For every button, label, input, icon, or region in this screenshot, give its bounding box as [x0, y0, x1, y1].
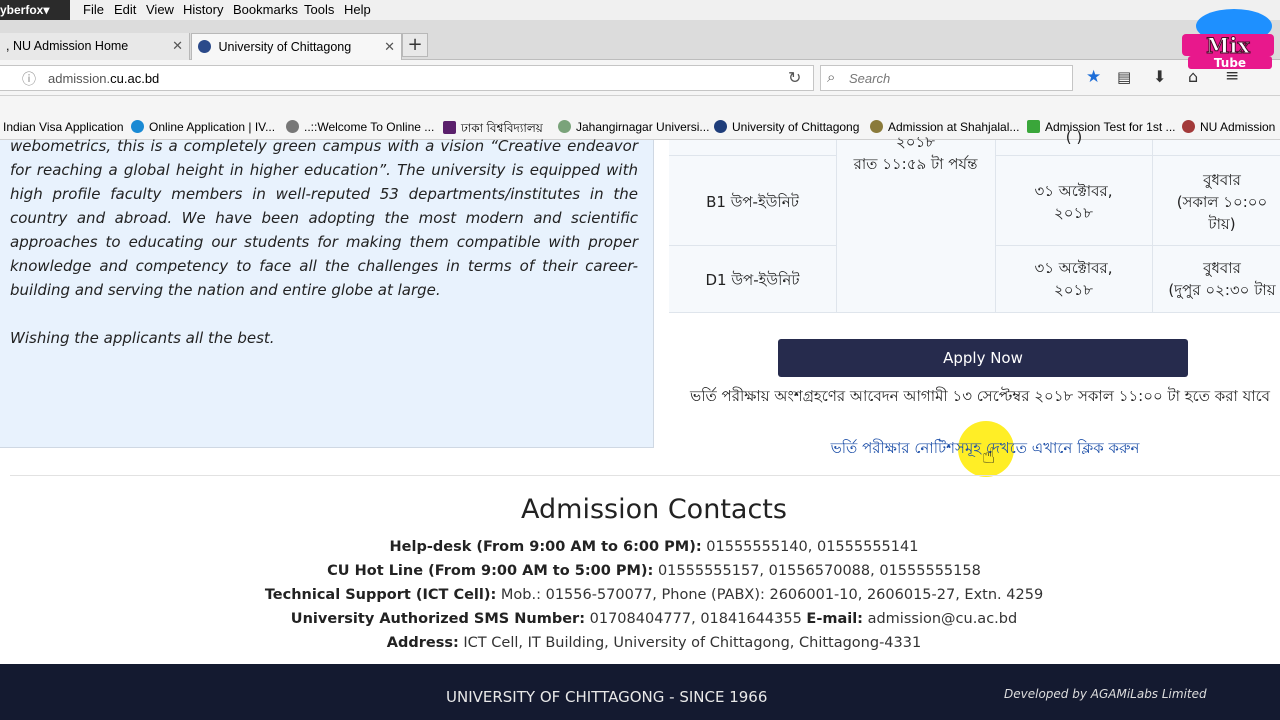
menu-history[interactable]: History [183, 2, 223, 17]
schedule-table: ২০১৮ রাত ১১:৫৯ টা পর্যন্ত ( ) B1 উপ-ইউনি… [669, 128, 1280, 313]
nav-bar: ← ⓘ admission.cu.ac.bd ↻ ⌕ Search ★ ▤ ⬇ … [0, 60, 1280, 96]
bookmark-jahangirnagar[interactable]: Jahangirnagar Universi... [558, 120, 709, 134]
globe-icon [131, 120, 144, 133]
deadline-time: রাত ১১:৫৯ টা পর্যন্ত [853, 155, 978, 173]
unit-d1: D1 উপ-ইউনিট [705, 271, 800, 289]
contact-helpdesk: Help-desk (From 9:00 AM to 6:00 PM): 015… [389, 539, 919, 555]
reload-icon[interactable]: ↻ [788, 68, 801, 87]
url-bar[interactable]: ⓘ admission.cu.ac.bd ↻ [0, 65, 814, 91]
url-text[interactable]: admission.cu.ac.bd [48, 71, 159, 86]
time-b1: বুধবার (সকাল ১০:০০ টায়) [1176, 171, 1268, 233]
menu-bookmarks[interactable]: Bookmarks [233, 2, 298, 17]
bookmark-star-icon[interactable]: ★ [1086, 67, 1101, 87]
cell-fragment: ( ) [1065, 128, 1083, 146]
tab-university-of-chittagong[interactable]: University of Chittagong ✕ [191, 33, 402, 60]
menu-view[interactable]: View [146, 2, 174, 17]
svg-text:Mix: Mix [1206, 33, 1250, 58]
unit-b1: B1 উপ-ইউনিট [706, 193, 799, 211]
hand-cursor-icon: ☝ [982, 444, 996, 469]
bookmark-nu-admission[interactable]: NU Admission [1182, 120, 1275, 134]
section-divider [10, 475, 1280, 476]
watermark-logo: Mix Tube [1182, 8, 1276, 72]
globe-icon [198, 40, 211, 53]
contact-address: Address: ICT Cell, IT Building, Universi… [386, 635, 922, 651]
contacts-title: Admission Contacts [521, 494, 787, 525]
globe-icon [286, 120, 299, 133]
tab-label: University of Chittagong [218, 40, 352, 54]
application-notice: ভর্তি পরীক্ষায় অংশগ্রহণের আবেদন আগামী ১… [690, 387, 1270, 405]
bookmark-welcome-online[interactable]: ..::Welcome To Online ... [286, 120, 434, 134]
footer-text: UNIVERSITY OF CHITTAGONG - SINCE 1966 [446, 688, 768, 706]
deadline-year: ২০১৮ [896, 133, 935, 151]
tab-nu-admission[interactable]: , NU Admission Home ✕ [0, 33, 190, 60]
seal-icon [443, 121, 456, 134]
developer-credit[interactable]: Developed by AGAMiLabs Limited [1004, 687, 1207, 701]
bookmark-online-application[interactable]: Online Application | IV... [131, 120, 275, 134]
closing-text: Wishing the applicants all the best. [10, 329, 275, 347]
menu-file[interactable]: File [83, 2, 104, 17]
tab-bar: , NU Admission Home ✕ University of Chit… [0, 20, 1280, 60]
menu-help[interactable]: Help [344, 2, 371, 17]
download-icon[interactable]: ⬇ [1153, 67, 1166, 86]
info-icon[interactable]: ⓘ [22, 69, 36, 89]
close-icon[interactable]: ✕ [384, 39, 395, 55]
time-d1: বুধবার (দুপুর ০২:৩০ টায় [1168, 259, 1276, 299]
seal-icon [1182, 120, 1195, 133]
apply-now-button[interactable]: Apply Now [778, 339, 1188, 377]
bookmark-indian-visa[interactable]: Indian Visa Application [3, 120, 124, 134]
menu-bar: yberfox▾ File Edit View History Bookmark… [0, 0, 1280, 20]
search-input[interactable]: Search [849, 71, 890, 86]
reading-list-icon[interactable]: ▤ [1117, 68, 1131, 86]
date-d1: ৩১ অক্টোবর, ২০১৮ [1034, 259, 1113, 299]
menu-tools[interactable]: Tools [304, 2, 334, 17]
app-menu-button[interactable]: yberfox▾ [0, 0, 70, 20]
contact-hotline: CU Hot Line (From 9:00 AM to 5:00 PM): 0… [327, 563, 981, 579]
footer: UNIVERSITY OF CHITTAGONG - SINCE 1966 De… [0, 664, 1280, 720]
date-b1: ৩১ অক্টোবর, ২০১৮ [1034, 182, 1113, 222]
svg-text:Tube: Tube [1214, 56, 1246, 70]
contact-tech-support: Technical Support (ICT Cell): Mob.: 0155… [264, 587, 1044, 603]
intro-panel: webometrics, this is a completely green … [0, 137, 654, 448]
contact-sms-email: University Authorized SMS Number: 017084… [290, 611, 1018, 627]
intro-paragraph: webometrics, this is a completely green … [10, 137, 638, 299]
email-link[interactable]: admission@cu.ac.bd [863, 611, 1018, 627]
tab-label: , NU Admission Home [6, 39, 129, 53]
close-icon[interactable]: ✕ [172, 38, 183, 54]
search-icon: ⌕ [827, 68, 836, 86]
seal-icon [714, 120, 727, 133]
new-tab-button[interactable]: + [402, 33, 428, 57]
seal-icon [558, 120, 571, 133]
search-box[interactable]: ⌕ Search [820, 65, 1073, 91]
menu-edit[interactable]: Edit [114, 2, 136, 17]
